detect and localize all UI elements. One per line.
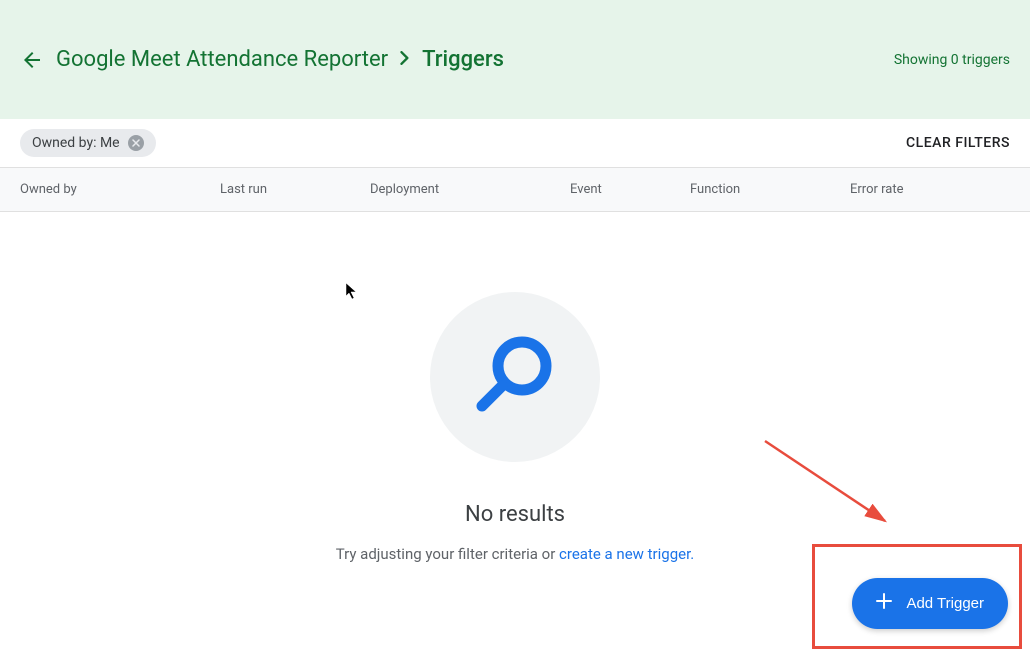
filter-chip-owned-by[interactable]: Owned by: Me: [20, 129, 156, 157]
column-function[interactable]: Function: [690, 182, 850, 197]
column-headers: Owned by Last run Deployment Event Funct…: [0, 168, 1030, 212]
magnifying-glass-icon: [470, 332, 560, 422]
empty-state-icon-circle: [430, 292, 600, 462]
breadcrumb: Google Meet Attendance Reporter Triggers: [56, 47, 504, 72]
column-owned-by[interactable]: Owned by: [20, 182, 220, 197]
breadcrumb-project[interactable]: Google Meet Attendance Reporter: [56, 47, 388, 72]
close-icon[interactable]: [128, 135, 144, 151]
trigger-count: Showing 0 triggers: [894, 52, 1010, 68]
create-trigger-link[interactable]: create a new trigger.: [559, 545, 694, 563]
column-last-run[interactable]: Last run: [220, 182, 370, 197]
filter-chip-label: Owned by: Me: [32, 135, 120, 151]
filter-bar: Owned by: Me CLEAR FILTERS: [0, 119, 1030, 168]
plus-icon: [876, 592, 892, 615]
empty-state: No results Try adjusting your filter cri…: [0, 212, 1030, 563]
chevron-right-icon: [400, 50, 410, 69]
column-error-rate[interactable]: Error rate: [850, 182, 980, 197]
column-deployment[interactable]: Deployment: [370, 182, 570, 197]
header-left: Google Meet Attendance Reporter Triggers: [20, 47, 504, 72]
empty-subtitle-prefix: Try adjusting your filter criteria or: [336, 545, 559, 563]
empty-state-subtitle: Try adjusting your filter criteria or cr…: [336, 545, 694, 563]
add-trigger-button[interactable]: Add Trigger: [852, 578, 1008, 629]
page-header: Google Meet Attendance Reporter Triggers…: [0, 0, 1030, 119]
empty-state-title: No results: [465, 502, 565, 527]
add-trigger-label: Add Trigger: [906, 595, 984, 612]
breadcrumb-current: Triggers: [422, 47, 504, 72]
column-event[interactable]: Event: [570, 182, 690, 197]
back-arrow-icon[interactable]: [20, 48, 44, 72]
clear-filters-button[interactable]: CLEAR FILTERS: [906, 135, 1010, 151]
